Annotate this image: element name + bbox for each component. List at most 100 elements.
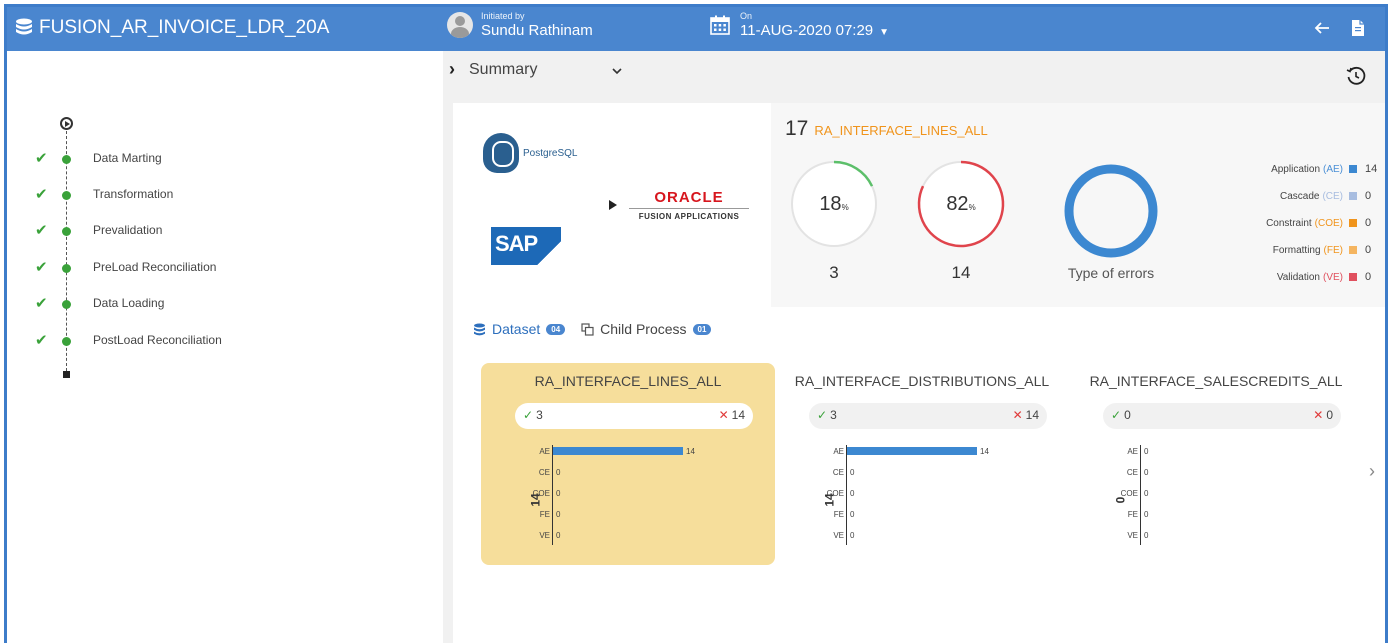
chart-bar[interactable] bbox=[847, 447, 977, 455]
step-dot bbox=[62, 337, 71, 346]
calendar-icon bbox=[710, 15, 730, 35]
pipeline-step[interactable]: ✔ Transformation bbox=[35, 185, 295, 205]
legend-item: Constraint (COE) 0 bbox=[1266, 217, 1372, 229]
error-indicator: ✕ 14 bbox=[718, 408, 745, 422]
bar-value-label: 0 bbox=[1144, 468, 1149, 477]
pipeline-step[interactable]: ✔ Data Loading bbox=[35, 294, 295, 314]
flow-arrow-icon bbox=[609, 200, 617, 210]
tab-bar: Dataset 04 Child Process 01 bbox=[473, 321, 712, 341]
bar-category-label: FE bbox=[833, 510, 844, 519]
dataset-card[interactable]: RA_INTERFACE_DISTRIBUTIONS_ALL ✓ 3 ✕ 14 14… bbox=[775, 363, 1069, 565]
dataset-result-pill: ✓ 3 ✕ 14 bbox=[809, 403, 1047, 429]
source-target-logos: PostgreSQL SAP ORACLE FUSION APPLICATION… bbox=[453, 103, 771, 307]
chart-bar-row: VE 0 bbox=[825, 527, 1045, 543]
job-title: FUSION_AR_INVOICE_LDR_20A bbox=[39, 17, 330, 38]
child-count-badge: 01 bbox=[692, 323, 712, 335]
chevron-right-icon[interactable]: › bbox=[1369, 461, 1375, 482]
chart-bar-row: VE 0 bbox=[1119, 527, 1339, 543]
step-label: PreLoad Reconciliation bbox=[93, 260, 217, 274]
total-records: 17 RA_INTERFACE_LINES_ALL bbox=[785, 117, 988, 141]
sap-logo: SAP bbox=[491, 227, 561, 265]
bar-value-label: 0 bbox=[850, 468, 855, 477]
pipeline-step[interactable]: ✔ Prevalidation bbox=[35, 221, 295, 241]
dataset-result-pill: ✓ 3 ✕ 14 bbox=[515, 403, 753, 429]
dataset-result-pill: ✓ 0 ✕ 0 bbox=[1103, 403, 1341, 429]
database-icon bbox=[16, 18, 32, 35]
success-indicator: ✓ 3 bbox=[523, 408, 543, 422]
step-label: Data Marting bbox=[93, 151, 162, 165]
check-icon: ✔ bbox=[35, 295, 48, 312]
dataset-card[interactable]: RA_INTERFACE_SALESCREDITS_ALL ✓ 0 ✕ 0 0 AE… bbox=[1069, 363, 1363, 565]
error-bar-chart: 14 AE 14 CE 0 COE 0 FE 0 VE 0 bbox=[823, 443, 1045, 553]
tab-child-process[interactable]: Child Process 01 bbox=[581, 321, 712, 341]
pipeline-step[interactable]: ✔ Data Marting bbox=[35, 149, 295, 169]
dataset-name: RA_INTERFACE_SALESCREDITS_ALL bbox=[1089, 373, 1343, 389]
chart-bar-row: AE 14 bbox=[531, 443, 751, 459]
legend-swatch bbox=[1349, 219, 1357, 227]
chevron-right-icon[interactable]: › bbox=[443, 59, 461, 80]
error-indicator: ✕ 0 bbox=[1313, 408, 1333, 422]
bar-value-label: 0 bbox=[556, 489, 561, 498]
document-icon[interactable] bbox=[1349, 19, 1367, 37]
success-indicator: ✓ 3 bbox=[817, 408, 837, 422]
chevron-down-icon[interactable] bbox=[611, 65, 623, 77]
main-panel: › Summary PostgreSQL SAP ORACLE FUSION A… bbox=[443, 51, 1385, 643]
summary-label: Summary bbox=[469, 60, 538, 78]
play-icon[interactable] bbox=[60, 117, 73, 130]
error-type-donut bbox=[1064, 164, 1158, 258]
table-name: RA_INTERFACE_LINES_ALL bbox=[814, 123, 988, 138]
dataset-count-badge: 04 bbox=[546, 323, 566, 335]
job-title-block: FUSION_AR_INVOICE_LDR_20A bbox=[15, 17, 329, 39]
error-count: 14 bbox=[951, 263, 971, 282]
legend-item: Formatting (FE) 0 bbox=[1272, 244, 1372, 256]
error-bar-chart: 0 AE 0 CE 0 COE 0 FE 0 VE 0 bbox=[1113, 443, 1339, 553]
legend-item: Cascade (CE) 0 bbox=[1279, 190, 1372, 202]
error-percent: 82% bbox=[946, 193, 976, 215]
chart-bar-row: FE 0 bbox=[825, 506, 1045, 522]
step-dot bbox=[62, 264, 71, 273]
app-header: FUSION_AR_INVOICE_LDR_20A Initiated by S… bbox=[7, 7, 1385, 51]
check-icon: ✔ bbox=[35, 332, 48, 349]
chart-bar-row: AE 0 bbox=[1119, 443, 1339, 459]
bar-value-label: 0 bbox=[1144, 489, 1149, 498]
bar-value-label: 0 bbox=[850, 510, 855, 519]
bar-category-label: AE bbox=[833, 447, 844, 456]
pipeline-step[interactable]: ✔ PostLoad Reconciliation bbox=[35, 331, 295, 351]
postgresql-logo: PostgreSQL bbox=[483, 133, 577, 173]
bar-value-label: 0 bbox=[556, 468, 561, 477]
oracle-subtitle: FUSION APPLICATIONS bbox=[638, 212, 740, 221]
tab-dataset-label: Dataset bbox=[492, 321, 541, 337]
chart-bar-row: COE 0 bbox=[825, 485, 1045, 501]
history-icon[interactable] bbox=[1345, 65, 1367, 87]
summary-toggle[interactable]: › Summary bbox=[443, 59, 537, 80]
step-label: Prevalidation bbox=[93, 223, 163, 237]
pipeline-step[interactable]: ✔ PreLoad Reconciliation bbox=[35, 258, 295, 278]
check-icon: ✔ bbox=[35, 150, 48, 167]
bar-category-label: CE bbox=[1126, 468, 1138, 477]
stop-icon bbox=[63, 371, 70, 378]
legend-swatch bbox=[1349, 273, 1357, 281]
dataset-card[interactable]: RA_INTERFACE_LINES_ALL ✓ 3 ✕ 14 14 AE 14 CE 0… bbox=[481, 363, 775, 565]
bar-category-label: COE bbox=[1120, 489, 1138, 498]
legend-item: Validation (VE) 0 bbox=[1276, 271, 1372, 283]
summary-stats: 17 RA_INTERFACE_LINES_ALL 18% 3 82% 14 T… bbox=[771, 103, 1385, 307]
bar-value-label: 0 bbox=[1144, 510, 1149, 519]
run-date-block[interactable]: On 11-AUG-2020 07:29 ▼ bbox=[710, 11, 889, 39]
legend-swatch bbox=[1349, 192, 1357, 200]
dataset-name: RA_INTERFACE_LINES_ALL bbox=[534, 373, 722, 389]
chart-bar-row: COE 0 bbox=[531, 485, 751, 501]
tab-child-process-label: Child Process bbox=[600, 321, 687, 337]
database-icon bbox=[474, 323, 485, 335]
chart-bar[interactable] bbox=[553, 447, 683, 455]
chart-bar-row: FE 0 bbox=[531, 506, 751, 522]
legend-swatch bbox=[1349, 165, 1357, 173]
success-count: 3 bbox=[829, 263, 839, 282]
back-arrow-icon[interactable] bbox=[1313, 19, 1331, 37]
bar-value-label: 0 bbox=[850, 531, 855, 540]
total-count: 17 bbox=[785, 117, 809, 140]
tab-dataset[interactable]: Dataset 04 bbox=[473, 321, 566, 341]
error-bar-chart: 14 AE 14 CE 0 COE 0 FE 0 VE 0 bbox=[529, 443, 751, 553]
caret-down-icon[interactable]: ▼ bbox=[879, 27, 889, 38]
bar-category-label: CE bbox=[538, 468, 550, 477]
avatar bbox=[447, 12, 473, 38]
